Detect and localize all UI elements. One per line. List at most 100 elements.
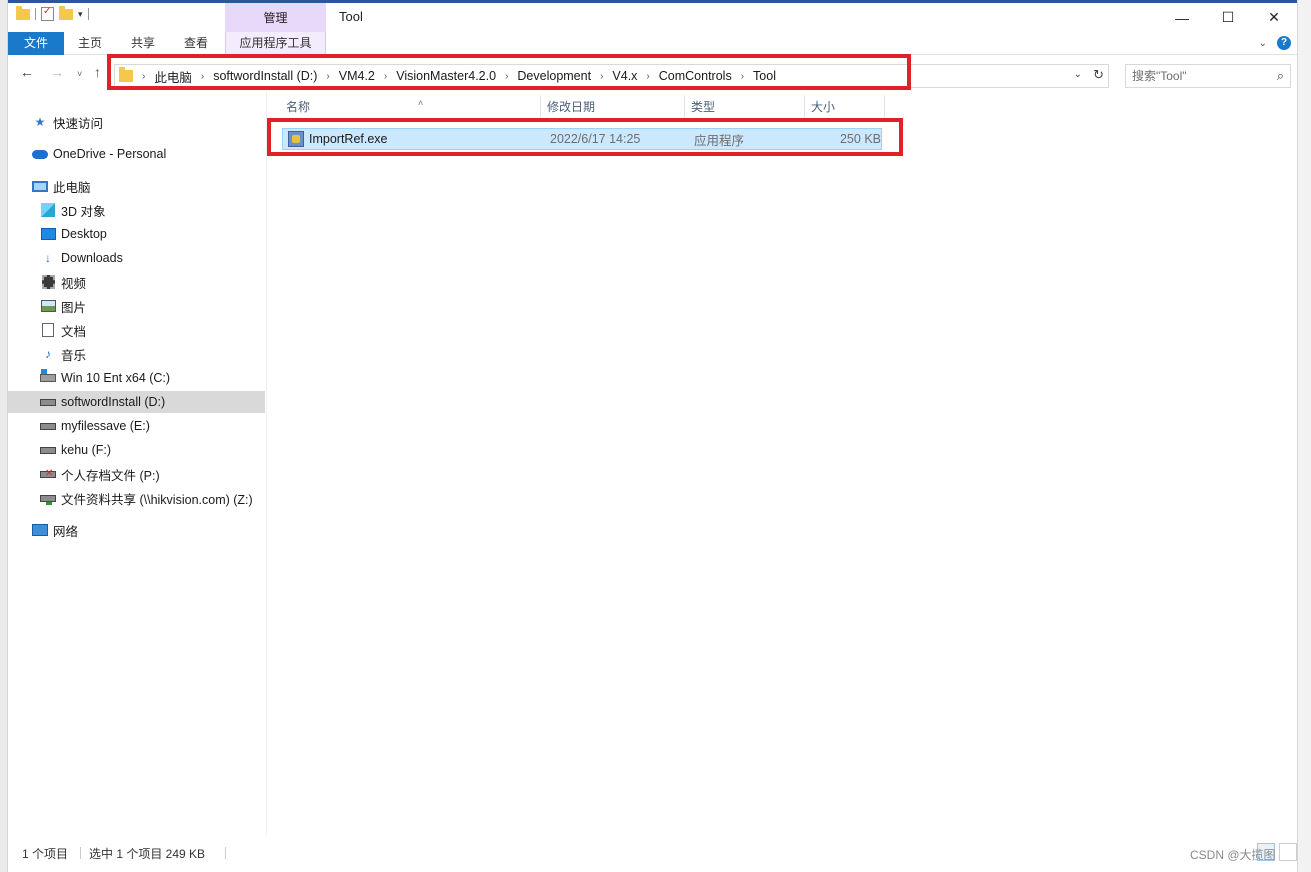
background-window-strip [0, 0, 8, 872]
address-dropdown-icon[interactable]: ⌄ [1074, 69, 1082, 80]
folder-icon [16, 5, 30, 20]
sidebar-item-label: 文件资料共享 (\\hikvision.com) (Z:) [61, 492, 253, 507]
minimize-button[interactable]: — [1159, 3, 1205, 32]
file-list: ˄ 名称 修改日期 类型 大小 ImportRef.exe 2022/6/17 … [268, 91, 1297, 835]
refresh-icon[interactable]: ↻ [1093, 67, 1104, 83]
star-icon: ★ [34, 115, 46, 129]
drive-icon [40, 395, 56, 409]
sidebar-item-3d-objects[interactable]: 3D 对象 [8, 199, 265, 221]
sidebar-item-label: myfilessave (E:) [61, 419, 150, 433]
sidebar-item-drive-z[interactable]: 文件资料共享 (\\hikvision.com) (Z:) [8, 487, 265, 509]
quick-access-toolbar: ▾ [16, 5, 89, 21]
drive-icon [40, 443, 56, 457]
tab-share[interactable]: 共享 [123, 32, 163, 55]
cube-icon [40, 203, 56, 217]
watermark: CSDN @大揽图 [1190, 848, 1276, 862]
sidebar-item-drive-c[interactable]: Win 10 Ent x64 (C:) [8, 367, 265, 389]
sidebar-item-label: Desktop [61, 227, 107, 241]
download-icon: ↓ [45, 251, 51, 265]
navigation-pane: ★ 快速访问 OneDrive - Personal 此电脑 3D 对象 Des… [8, 91, 267, 835]
column-header-label: 名称 [286, 100, 311, 114]
status-bar: 1 个项目 选中 1 个项目 249 KB [8, 841, 1297, 865]
computer-icon [32, 179, 48, 193]
sidebar-item-label: 视频 [61, 276, 87, 291]
sidebar-item-documents[interactable]: 文档 [8, 319, 265, 341]
status-item-count: 1 个项目 [22, 847, 69, 861]
sidebar-item-label: kehu (F:) [61, 443, 112, 457]
sidebar-item-label: softwordInstall (D:) [61, 395, 166, 409]
customize-toolbar-dropdown-icon[interactable]: ▾ [78, 9, 83, 20]
search-icon[interactable]: ⌕ [1277, 68, 1284, 84]
title-bar: ▾ 管理 Tool — ☐ ✕ [8, 3, 1297, 32]
sidebar-item-desktop[interactable]: Desktop [8, 223, 265, 245]
highlight-box-address-bar [107, 54, 911, 90]
sidebar-item-music[interactable]: ♪ 音乐 [8, 343, 265, 365]
drive-icon [40, 419, 56, 433]
tab-view[interactable]: 查看 [176, 32, 216, 55]
sidebar-item-label: 网络 [53, 524, 79, 539]
new-folder-icon[interactable] [59, 5, 73, 20]
expand-ribbon-chevron-icon[interactable]: ⌄ [1259, 38, 1267, 49]
sidebar-item-network[interactable]: 网络 [8, 519, 265, 541]
sidebar-item-pictures[interactable]: 图片 [8, 295, 265, 317]
music-icon: ♪ [45, 347, 51, 361]
search-box[interactable]: ⌕ [1125, 64, 1291, 88]
large-icons-view-button[interactable] [1279, 843, 1297, 861]
column-header-size[interactable]: 大小 [805, 95, 885, 119]
back-arrow-icon[interactable]: ← [20, 64, 34, 80]
sidebar-item-drive-d[interactable]: softwordInstall (D:) [8, 391, 265, 413]
sidebar-item-drive-p[interactable]: 个人存档文件 (P:) [8, 463, 265, 485]
cloud-icon [32, 147, 48, 161]
column-header-date[interactable]: 修改日期 [541, 95, 685, 119]
properties-icon[interactable] [41, 6, 54, 21]
sidebar-item-label: OneDrive - Personal [53, 147, 167, 161]
background-window-strip-right [1297, 0, 1311, 872]
tab-home[interactable]: 主页 [70, 32, 110, 55]
status-divider [80, 847, 81, 859]
sidebar-item-this-pc[interactable]: 此电脑 [8, 175, 265, 197]
sort-ascending-icon: ˄ [418, 98, 424, 108]
up-arrow-icon[interactable]: ↑ [94, 64, 101, 80]
maximize-button[interactable]: ☐ [1205, 3, 1251, 32]
tab-application-tools[interactable]: 应用程序工具 [225, 32, 326, 55]
sidebar-item-label: 快速访问 [53, 116, 104, 131]
search-input[interactable] [1126, 65, 1266, 87]
forward-arrow-icon[interactable]: → [50, 64, 64, 80]
sidebar-item-quick-access[interactable]: ★ 快速访问 [8, 111, 265, 133]
system-drive-icon [40, 369, 56, 385]
picture-icon [40, 299, 56, 313]
document-icon [40, 323, 56, 337]
network-drive-icon [40, 491, 56, 505]
recent-locations-dropdown-icon[interactable]: ˅ [77, 69, 82, 79]
sidebar-item-label: Downloads [61, 251, 123, 265]
sidebar-item-label: 此电脑 [53, 180, 91, 195]
sidebar-item-label: 3D 对象 [61, 204, 106, 219]
status-selection: 选中 1 个项目 249 KB [89, 847, 206, 861]
sidebar-item-label: 文档 [61, 324, 87, 339]
sidebar-item-label: 音乐 [61, 348, 87, 363]
ribbon-tabs: 文件 主页 共享 查看 应用程序工具 ⌄ ? [8, 32, 1297, 55]
status-divider [225, 847, 226, 859]
network-icon [32, 523, 48, 537]
sidebar-item-videos[interactable]: 视频 [8, 271, 265, 293]
window-title: Tool [339, 9, 363, 24]
ribbon-right-controls: ⌄ ? [1259, 36, 1291, 50]
column-header-name[interactable]: ˄ 名称 [280, 95, 541, 119]
sidebar-item-onedrive[interactable]: OneDrive - Personal [8, 143, 265, 165]
video-icon [40, 275, 56, 289]
disconnected-network-drive-icon [40, 467, 56, 481]
sidebar-item-downloads[interactable]: ↓ Downloads [8, 247, 265, 269]
sidebar-item-label: 图片 [61, 300, 87, 315]
tab-file[interactable]: 文件 [8, 32, 64, 55]
highlight-box-file [267, 118, 903, 156]
sidebar-item-drive-e[interactable]: myfilessave (E:) [8, 415, 265, 437]
close-button[interactable]: ✕ [1251, 3, 1297, 32]
toolbar-divider [35, 8, 36, 20]
sidebar-item-label: 个人存档文件 (P:) [61, 468, 160, 483]
desktop-icon [40, 227, 56, 241]
toolbar-divider [87, 8, 89, 20]
sidebar-item-drive-f[interactable]: kehu (F:) [8, 439, 265, 461]
help-icon[interactable]: ? [1277, 36, 1291, 50]
column-header-type[interactable]: 类型 [685, 95, 805, 119]
contextual-group-manage: 管理 [225, 3, 326, 32]
